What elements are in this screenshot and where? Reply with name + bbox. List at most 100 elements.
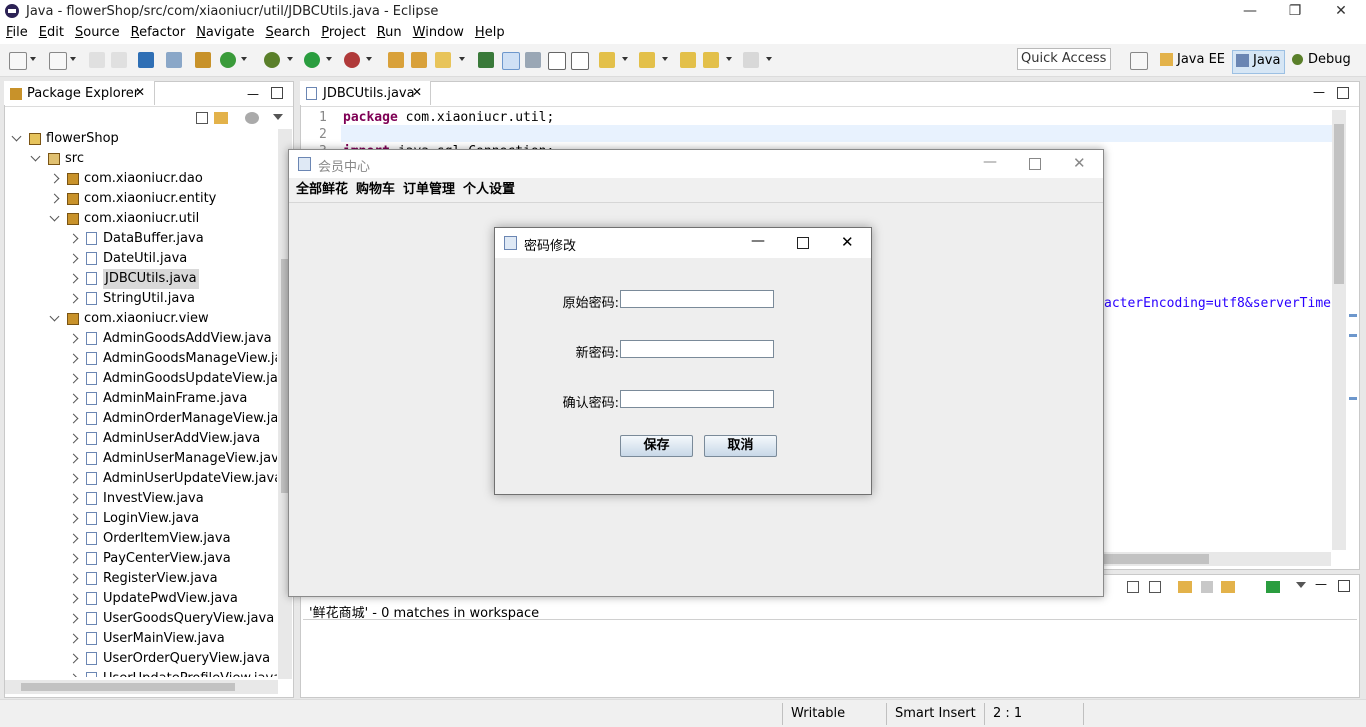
chevron-right-icon[interactable] — [68, 413, 79, 424]
new-package-icon[interactable] — [195, 52, 211, 68]
chevron-right-icon[interactable] — [68, 273, 79, 284]
prev-annotation-icon[interactable] — [639, 52, 655, 68]
collapse-all-icon[interactable] — [1149, 581, 1161, 593]
menu-cart[interactable]: 购物车 — [356, 178, 395, 202]
dialog-minimize-button[interactable]: — — [751, 233, 765, 249]
search-history-icon[interactable] — [1221, 581, 1235, 593]
chevron-right-icon[interactable] — [68, 633, 79, 644]
save-all-icon[interactable] — [111, 52, 127, 68]
tree-item[interactable]: RegisterView.java — [5, 569, 277, 589]
chevron-right-icon[interactable] — [68, 233, 79, 244]
menu-window[interactable]: Window — [407, 24, 469, 42]
chevron-right-icon[interactable] — [68, 253, 79, 264]
menu-source[interactable]: Source — [69, 24, 125, 42]
chevron-right-icon[interactable] — [68, 673, 79, 677]
new-project-dropdown-icon[interactable] — [70, 57, 76, 61]
menu-search[interactable]: Search — [260, 24, 316, 42]
chevron-right-icon[interactable] — [68, 553, 79, 564]
tree-item[interactable]: AdminGoodsAddView.java — [5, 329, 277, 349]
tree-item[interactable]: JDBCUtils.java — [5, 269, 277, 289]
chevron-right-icon[interactable] — [68, 593, 79, 604]
tree-item[interactable]: AdminGoodsManageView.java — [5, 349, 277, 369]
chevron-right-icon[interactable] — [68, 513, 79, 524]
tree-item[interactable]: src — [5, 149, 277, 169]
next-annotation-icon[interactable] — [599, 52, 615, 68]
menu-file[interactable]: File — [0, 24, 33, 42]
tree-item[interactable]: AdminUserManageView.java — [5, 449, 277, 469]
debug-icon[interactable] — [264, 52, 280, 68]
last-edit-icon[interactable] — [680, 52, 696, 68]
cancel-search-icon[interactable] — [1201, 581, 1213, 593]
old-password-input[interactable] — [620, 290, 774, 308]
tree-item[interactable]: AdminOrderManageView.java — [5, 409, 277, 429]
new-icon[interactable] — [9, 52, 27, 70]
forward-icon[interactable] — [743, 52, 759, 68]
tab-package-explorer[interactable]: Package Explorer ✕ — [4, 81, 155, 105]
open-folder-icon[interactable] — [411, 52, 427, 68]
tree-item[interactable]: DateUtil.java — [5, 249, 277, 269]
tree-item[interactable]: AdminUserAddView.java — [5, 429, 277, 449]
focus-icon[interactable] — [245, 112, 259, 124]
perspective-debug[interactable]: Debug — [1288, 50, 1355, 72]
chevron-down-icon[interactable] — [49, 211, 60, 222]
tree-item[interactable]: DataBuffer.java — [5, 229, 277, 249]
refresh-dropdown-icon[interactable] — [241, 57, 247, 61]
show-whitespace-icon[interactable] — [571, 52, 589, 70]
dialog-maximize-button[interactable] — [797, 237, 809, 249]
new-project-icon[interactable] — [49, 52, 67, 70]
close-tab-icon[interactable]: ✕ — [135, 85, 145, 99]
forward-dropdown-icon[interactable] — [766, 57, 772, 61]
new-password-input[interactable] — [620, 340, 774, 358]
cancel-button[interactable]: 取消 — [704, 435, 777, 457]
back-icon[interactable] — [703, 52, 719, 68]
chevron-right-icon[interactable] — [49, 173, 60, 184]
editor-vertical-scrollbar[interactable] — [1332, 110, 1346, 550]
tree-item[interactable]: AdminGoodsUpdateView.java — [5, 369, 277, 389]
menu-all-flowers[interactable]: 全部鲜花 — [296, 178, 348, 202]
tree-item[interactable]: UserMainView.java — [5, 629, 277, 649]
menu-personal-settings[interactable]: 个人设置 — [463, 178, 515, 202]
skip-breakpoints-icon[interactable] — [166, 52, 182, 68]
member-maximize-button[interactable] — [1029, 158, 1041, 170]
tree-item[interactable]: com.xiaoniucr.entity — [5, 189, 277, 209]
new-dropdown-icon[interactable] — [30, 57, 36, 61]
back-dropdown-icon[interactable] — [726, 57, 732, 61]
open-type-icon[interactable] — [388, 52, 404, 68]
chevron-down-icon[interactable] — [30, 151, 41, 162]
editor-vertical-scrollbar-thumb[interactable] — [1334, 124, 1344, 284]
save-button[interactable]: 保存 — [620, 435, 693, 457]
chevron-right-icon[interactable] — [68, 333, 79, 344]
run-icon[interactable] — [304, 52, 320, 68]
tree-item[interactable]: com.xiaoniucr.view — [5, 309, 277, 329]
open-perspective-icon[interactable] — [1130, 52, 1148, 70]
menu-run[interactable]: Run — [371, 24, 407, 42]
chevron-right-icon[interactable] — [68, 393, 79, 404]
perspective-java[interactable]: Java — [1232, 50, 1286, 74]
chevron-right-icon[interactable] — [68, 533, 79, 544]
chevron-right-icon[interactable] — [68, 473, 79, 484]
tree-item[interactable]: com.xiaoniucr.dao — [5, 169, 277, 189]
view-menu-icon[interactable] — [273, 114, 283, 120]
next-annotation-dropdown-icon[interactable] — [622, 57, 628, 61]
tree-horizontal-scrollbar-thumb[interactable] — [21, 683, 235, 691]
search-dropdown-icon[interactable] — [459, 57, 465, 61]
search-icon[interactable] — [435, 52, 451, 68]
pin-view-icon[interactable] — [1266, 581, 1280, 593]
editor-horizontal-scrollbar[interactable] — [1101, 552, 1331, 566]
tree-item[interactable]: UserGoodsQueryView.java — [5, 609, 277, 629]
tree-horizontal-scrollbar[interactable] — [5, 680, 278, 694]
maximize-editor-icon[interactable] — [1337, 87, 1349, 99]
menu-help[interactable]: Help — [469, 24, 510, 42]
maximize-view-icon[interactable] — [271, 87, 283, 99]
minimize-view-icon[interactable]: — — [1315, 577, 1327, 591]
quick-access-input[interactable]: Quick Access — [1017, 48, 1111, 70]
view-menu-icon[interactable] — [1296, 582, 1306, 588]
tree-item[interactable]: com.xiaoniucr.util — [5, 209, 277, 229]
chevron-right-icon[interactable] — [68, 453, 79, 464]
run-dropdown-icon[interactable] — [326, 57, 332, 61]
tab-jdbcutils[interactable]: JDBCUtils.java ✕ — [300, 81, 431, 105]
member-minimize-button[interactable]: — — [983, 154, 997, 170]
maximize-button[interactable]: ❐ — [1272, 0, 1318, 24]
tree-item[interactable]: AdminMainFrame.java — [5, 389, 277, 409]
close-tab-icon[interactable]: ✕ — [412, 85, 422, 99]
